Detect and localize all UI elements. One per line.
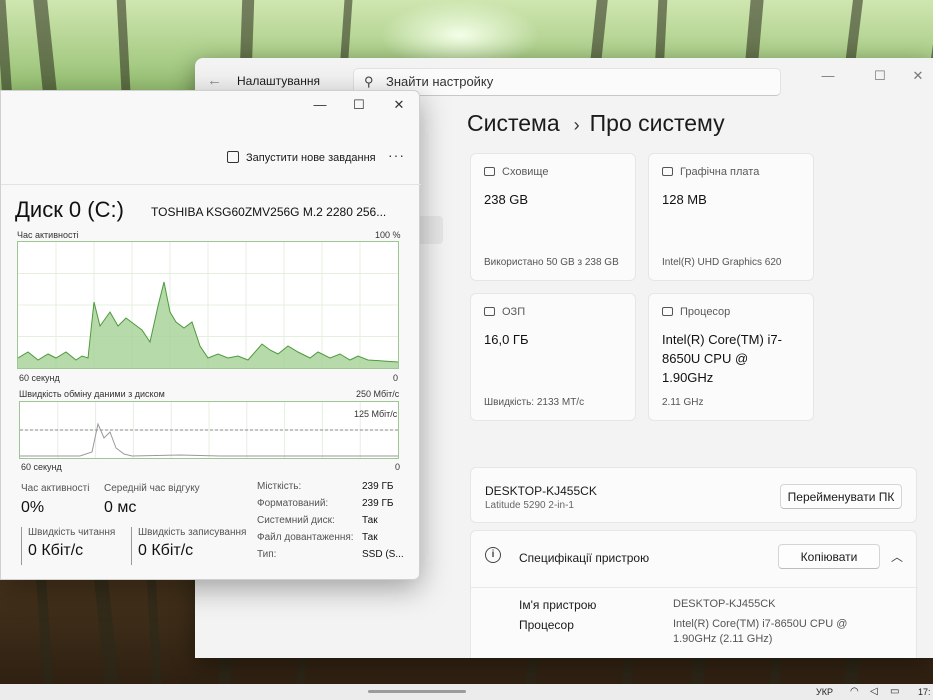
spec-row-value: Intel(R) Core(TM) i7-8650U CPU @ 1.90GHz… <box>673 618 848 645</box>
rename-pc-button[interactable]: Перейменувати ПК <box>780 484 902 509</box>
battery-icon[interactable]: ▭ <box>890 686 899 697</box>
device-name: DESKTOP-KJ455CK <box>485 484 597 498</box>
prop-value: SSD (S... <box>362 549 404 560</box>
activity-graph-min: 0 <box>393 373 399 383</box>
storage-icon <box>484 167 495 176</box>
disk-model: TOSHIBA KSG60ZMV256G M.2 2280 256... <box>151 205 387 219</box>
wifi-icon[interactable]: ◠ <box>850 686 859 697</box>
chevron-right-icon: › <box>573 115 580 135</box>
spec-row-value: DESKTOP-KJ455CK <box>673 598 776 610</box>
write-speed-value: 0 Кбіт/с <box>138 542 194 559</box>
tm-close-button[interactable]: ✕ <box>384 97 414 115</box>
prop-label: Тип: <box>257 549 277 560</box>
settings-app-title: Налаштування <box>237 74 320 88</box>
maximize-button[interactable]: ☐ <box>865 68 895 88</box>
back-arrow-icon[interactable]: ← <box>207 72 222 89</box>
prop-label: Файл довантаження: <box>257 532 354 543</box>
nav-selection-highlight[interactable] <box>417 216 443 244</box>
response-time-value: 0 мс <box>104 499 137 516</box>
card-subtext: Використано 50 GB з 238 GB <box>484 257 619 268</box>
new-task-button[interactable]: Запустити нове завдання <box>227 151 376 164</box>
card-value: 16,0 ГБ <box>484 332 529 347</box>
transfer-graph-max: 250 Мбіт/с <box>356 389 400 399</box>
disk-title: Диск 0 (C:) <box>15 197 124 222</box>
breadcrumb-current: Про систему <box>589 110 725 136</box>
transfer-graph-min: 0 <box>395 462 401 472</box>
transfer-graph-svg <box>20 402 398 458</box>
transfer-graph-time: 60 секунд <box>21 462 62 472</box>
storage-card[interactable]: Сховище 238 GB Використано 50 GB з 238 G… <box>470 153 636 281</box>
activity-graph-svg <box>18 242 398 368</box>
read-speed-label: Швидкість читання <box>28 527 116 538</box>
cpu-icon <box>662 307 673 316</box>
task-manager-window: — ☐ ✕ Запустити нове завдання ··· Диск 0… <box>0 90 421 580</box>
card-header: Сховище <box>502 166 549 178</box>
active-time-value: 0% <box>21 499 45 516</box>
volume-icon[interactable]: ◁ <box>870 686 878 697</box>
active-time-label: Час активності <box>21 483 90 494</box>
prop-value: 239 ГБ <box>362 481 394 492</box>
device-specs-section: i Специфікації пристрою Копіювати ︿ Ім'я… <box>470 530 918 658</box>
new-task-icon <box>227 151 239 163</box>
minimize-button[interactable]: — <box>813 68 843 88</box>
read-speed-value: 0 Кбіт/с <box>28 542 84 559</box>
spec-row-label: Ім'я пристрою <box>519 598 597 612</box>
card-subtext: 2.11 GHz <box>662 397 704 408</box>
card-header: Процесор <box>680 306 731 318</box>
card-subtext: Швидкість: 2133 MT/с <box>484 397 585 408</box>
activity-graph-time: 60 секунд <box>19 373 60 383</box>
card-header: Графічна плата <box>680 166 760 178</box>
card-subtext: Intel(R) UHD Graphics 620 <box>662 257 782 268</box>
ram-icon <box>484 307 495 316</box>
activity-graph-label: Час активності <box>17 230 79 240</box>
settings-search-input[interactable] <box>386 74 766 89</box>
read-speed: Швидкість читання 0 Кбіт/с <box>21 527 115 565</box>
input-language[interactable]: УКР <box>816 687 833 697</box>
response-time-label: Середній час відгуку <box>104 483 200 494</box>
close-button[interactable]: ✕ <box>903 68 933 88</box>
transfer-graph-label: Швидкість обміну даними з диском <box>19 389 165 399</box>
card-value: 128 MB <box>662 192 707 207</box>
clock[interactable]: 17: <box>918 687 931 697</box>
more-options-icon[interactable]: ··· <box>388 147 405 163</box>
prop-label: Системний диск: <box>257 515 335 526</box>
ram-card[interactable]: ОЗП 16,0 ГБ Швидкість: 2133 MT/с <box>470 293 636 421</box>
write-speed-label: Швидкість записування <box>138 527 247 538</box>
spec-row-label: Процесор <box>519 618 574 632</box>
prop-value: Так <box>362 515 378 526</box>
search-icon: ⚲ <box>364 74 374 89</box>
card-header: ОЗП <box>502 306 526 318</box>
card-value: 238 GB <box>484 192 529 207</box>
activity-graph <box>17 241 399 369</box>
copy-button[interactable]: Копіювати <box>778 544 880 569</box>
write-speed: Швидкість записування 0 Кбіт/с <box>131 527 246 565</box>
taskbar: УКР ◠ ◁ ▭ 17: <box>0 684 933 700</box>
tm-minimize-button[interactable]: — <box>305 97 335 115</box>
transfer-graph: 125 Мбіт/с <box>19 401 399 459</box>
new-task-label: Запустити нове завдання <box>246 152 376 164</box>
breadcrumb-parent[interactable]: Система <box>467 110 560 136</box>
prop-label: Форматований: <box>257 498 329 509</box>
transfer-graph-mid: 125 Мбіт/с <box>354 409 398 419</box>
cpu-card[interactable]: Процесор Intel(R) Core(TM) i7-8650U CPU … <box>648 293 814 421</box>
card-value: Intel(R) Core(TM) i7-8650U CPU @ 1.90GHz <box>662 332 782 385</box>
activity-graph-max: 100 % <box>375 230 401 240</box>
specs-title: Специфікації пристрою <box>519 551 650 565</box>
prop-value: Так <box>362 532 378 543</box>
gpu-card[interactable]: Графічна плата 128 MB Intel(R) UHD Graph… <box>648 153 814 281</box>
device-model: Latitude 5290 2-in-1 <box>485 500 574 511</box>
divider <box>1 184 421 185</box>
divider <box>471 587 918 588</box>
info-icon: i <box>485 547 501 563</box>
prop-value: 239 ГБ <box>362 498 394 509</box>
device-name-bar: DESKTOP-KJ455CK Latitude 5290 2-in-1 Пер… <box>470 467 917 523</box>
breadcrumb: Система › Про систему <box>467 110 725 137</box>
taskbar-handle[interactable] <box>368 690 466 693</box>
chevron-up-icon[interactable]: ︿ <box>891 548 903 565</box>
gpu-icon <box>662 167 673 176</box>
tm-maximize-button[interactable]: ☐ <box>344 97 374 115</box>
prop-label: Місткість: <box>257 481 302 492</box>
